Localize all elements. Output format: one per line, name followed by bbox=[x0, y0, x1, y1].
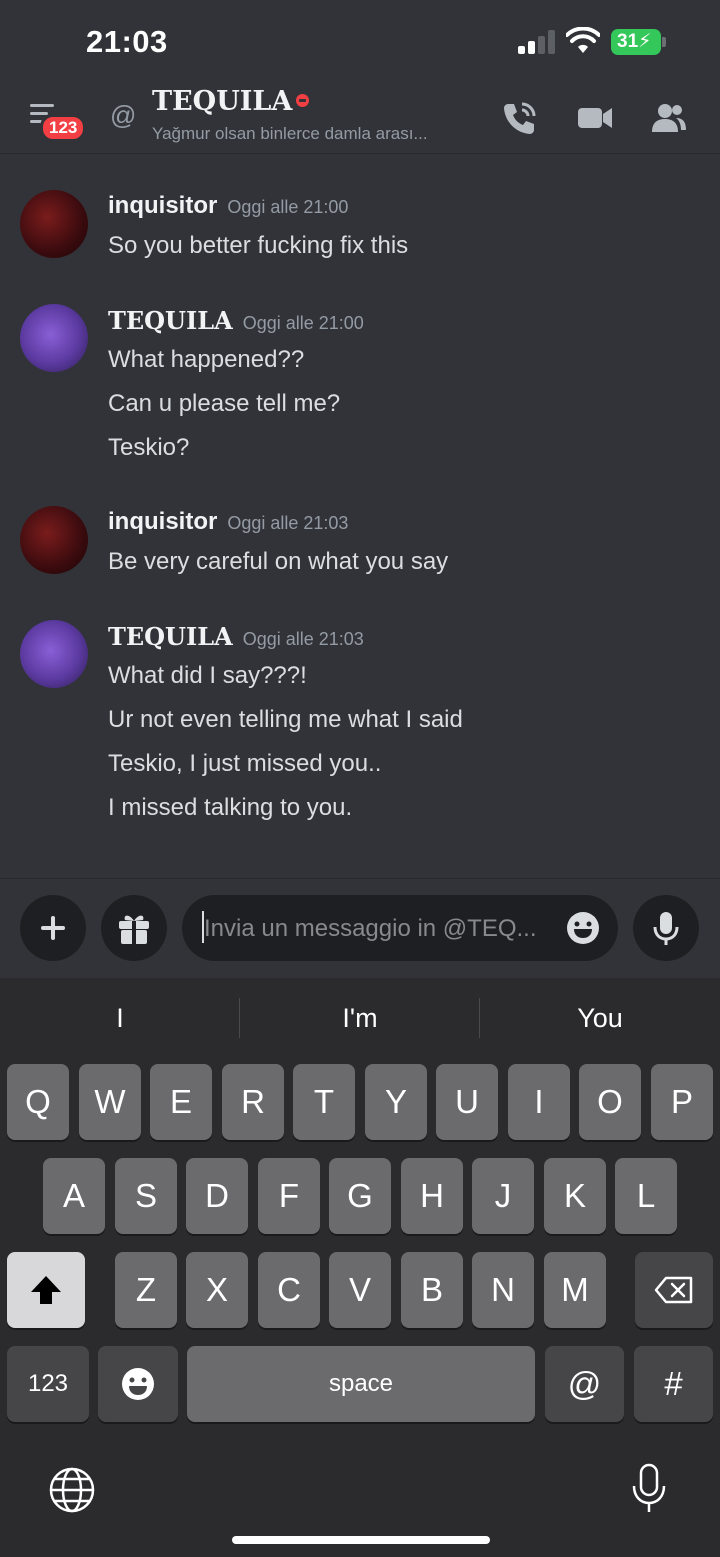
author-name: inquisitor bbox=[108, 192, 218, 219]
at-icon: @ bbox=[110, 100, 137, 130]
message-input[interactable]: Invia un messaggio in @TEQ... bbox=[182, 895, 618, 961]
message-timestamp: Oggi alle 21:00 bbox=[242, 313, 364, 333]
key-f[interactable]: F bbox=[258, 1158, 320, 1234]
status-bar: 21:03 31⚡ bbox=[0, 0, 720, 82]
key-x[interactable]: X bbox=[186, 1252, 248, 1328]
message-text[interactable]: Teskio, I just missed you.. bbox=[108, 750, 381, 778]
emoji-icon[interactable] bbox=[566, 911, 600, 945]
key-t[interactable]: T bbox=[293, 1064, 355, 1140]
message-text[interactable]: Be very careful on what you say bbox=[108, 548, 448, 576]
at-key[interactable]: @ bbox=[545, 1346, 624, 1422]
key-w[interactable]: W bbox=[79, 1064, 141, 1140]
add-attachment-button[interactable] bbox=[20, 895, 86, 961]
key-z[interactable]: Z bbox=[115, 1252, 177, 1328]
shift-icon bbox=[31, 1276, 61, 1304]
key-m[interactable]: M bbox=[544, 1252, 606, 1328]
unread-badge: 123 bbox=[40, 114, 87, 142]
suggestion-1[interactable]: I bbox=[0, 978, 240, 1058]
message-timestamp: Oggi alle 21:03 bbox=[242, 629, 364, 649]
keyboard: I I'm You Q W E R T Y U I O P A S D F G … bbox=[0, 978, 720, 1557]
battery-icon: 31⚡ bbox=[611, 29, 661, 55]
emoji-key[interactable] bbox=[98, 1346, 178, 1422]
channel-custom-status: Yağmur olsan binlerce damla arası... bbox=[152, 124, 428, 143]
key-o[interactable]: O bbox=[579, 1064, 641, 1140]
key-k[interactable]: K bbox=[544, 1158, 606, 1234]
message-text[interactable]: Ur not even telling me what I said bbox=[108, 706, 463, 734]
key-c[interactable]: C bbox=[258, 1252, 320, 1328]
suggestion-2[interactable]: I'm bbox=[240, 978, 480, 1058]
members-icon[interactable] bbox=[650, 100, 688, 136]
message-text[interactable]: What happened?? bbox=[108, 346, 304, 374]
wifi-icon bbox=[566, 27, 600, 53]
key-l[interactable]: L bbox=[615, 1158, 677, 1234]
channel-header: 123 @ TEQUILA Yağmur olsan binlerce daml… bbox=[0, 82, 720, 154]
message-text[interactable]: Can u please tell me? bbox=[108, 390, 340, 418]
globe-icon[interactable] bbox=[48, 1466, 96, 1514]
plus-icon bbox=[41, 916, 65, 940]
key-v[interactable]: V bbox=[329, 1252, 391, 1328]
message-timestamp: Oggi alle 21:03 bbox=[227, 513, 349, 533]
cellular-signal-icon bbox=[518, 30, 556, 54]
key-e[interactable]: E bbox=[150, 1064, 212, 1140]
battery-level: 31 bbox=[617, 31, 639, 52]
key-h[interactable]: H bbox=[401, 1158, 463, 1234]
author-name: inquisitor bbox=[108, 508, 218, 535]
key-n[interactable]: N bbox=[472, 1252, 534, 1328]
dictation-microphone-icon[interactable] bbox=[630, 1462, 668, 1516]
avatar[interactable] bbox=[20, 304, 88, 372]
emoji-icon bbox=[122, 1368, 154, 1400]
key-r[interactable]: R bbox=[222, 1064, 284, 1140]
hash-key[interactable]: # bbox=[634, 1346, 713, 1422]
message-author[interactable]: inquisitor Oggi alle 21:03 bbox=[108, 508, 348, 536]
charging-bolt-icon: ⚡ bbox=[638, 31, 652, 52]
avatar[interactable] bbox=[20, 190, 88, 258]
gift-button[interactable] bbox=[101, 895, 167, 961]
key-q[interactable]: Q bbox=[7, 1064, 69, 1140]
microphone-icon bbox=[653, 912, 679, 945]
message-author[interactable]: inquisitor Oggi alle 21:00 bbox=[108, 192, 348, 220]
message-timestamp: Oggi alle 21:00 bbox=[227, 197, 349, 217]
voice-message-button[interactable] bbox=[633, 895, 699, 961]
backspace-key[interactable] bbox=[635, 1252, 713, 1328]
key-i[interactable]: I bbox=[508, 1064, 570, 1140]
key-p[interactable]: P bbox=[651, 1064, 713, 1140]
message-text[interactable]: I missed talking to you. bbox=[108, 794, 352, 822]
author-name: TEQUILA bbox=[108, 306, 233, 335]
channel-name: TEQUILA bbox=[152, 86, 293, 117]
message-author[interactable]: TEQUILA Oggi alle 21:03 bbox=[108, 622, 364, 651]
shift-key[interactable] bbox=[7, 1252, 85, 1328]
author-name: TEQUILA bbox=[108, 622, 233, 651]
key-b[interactable]: B bbox=[401, 1252, 463, 1328]
avatar[interactable] bbox=[20, 506, 88, 574]
backspace-icon bbox=[654, 1276, 693, 1304]
message-text[interactable]: What did I say???! bbox=[108, 662, 307, 690]
space-key[interactable]: space bbox=[187, 1346, 535, 1422]
video-icon[interactable] bbox=[576, 100, 614, 136]
channel-title[interactable]: TEQUILA bbox=[152, 86, 310, 117]
key-g[interactable]: G bbox=[329, 1158, 391, 1234]
status-time: 21:03 bbox=[86, 24, 168, 59]
suggestion-3[interactable]: You bbox=[480, 978, 720, 1058]
key-u[interactable]: U bbox=[436, 1064, 498, 1140]
dnd-status-icon bbox=[296, 94, 310, 107]
key-d[interactable]: D bbox=[186, 1158, 248, 1234]
message-composer: Invia un messaggio in @TEQ... bbox=[0, 878, 720, 978]
numbers-key[interactable]: 123 bbox=[7, 1346, 89, 1422]
avatar[interactable] bbox=[20, 620, 88, 688]
call-icon[interactable] bbox=[500, 100, 538, 136]
message-author[interactable]: TEQUILA Oggi alle 21:00 bbox=[108, 306, 364, 335]
gift-icon bbox=[119, 915, 149, 944]
key-a[interactable]: A bbox=[43, 1158, 105, 1234]
battery-tip bbox=[662, 37, 666, 47]
key-j[interactable]: J bbox=[472, 1158, 534, 1234]
message-text[interactable]: So you better fucking fix this bbox=[108, 232, 408, 260]
key-s[interactable]: S bbox=[115, 1158, 177, 1234]
home-indicator[interactable] bbox=[232, 1536, 490, 1544]
key-y[interactable]: Y bbox=[365, 1064, 427, 1140]
message-input-placeholder: Invia un messaggio in @TEQ... bbox=[204, 915, 537, 942]
message-text[interactable]: Teskio? bbox=[108, 434, 189, 462]
